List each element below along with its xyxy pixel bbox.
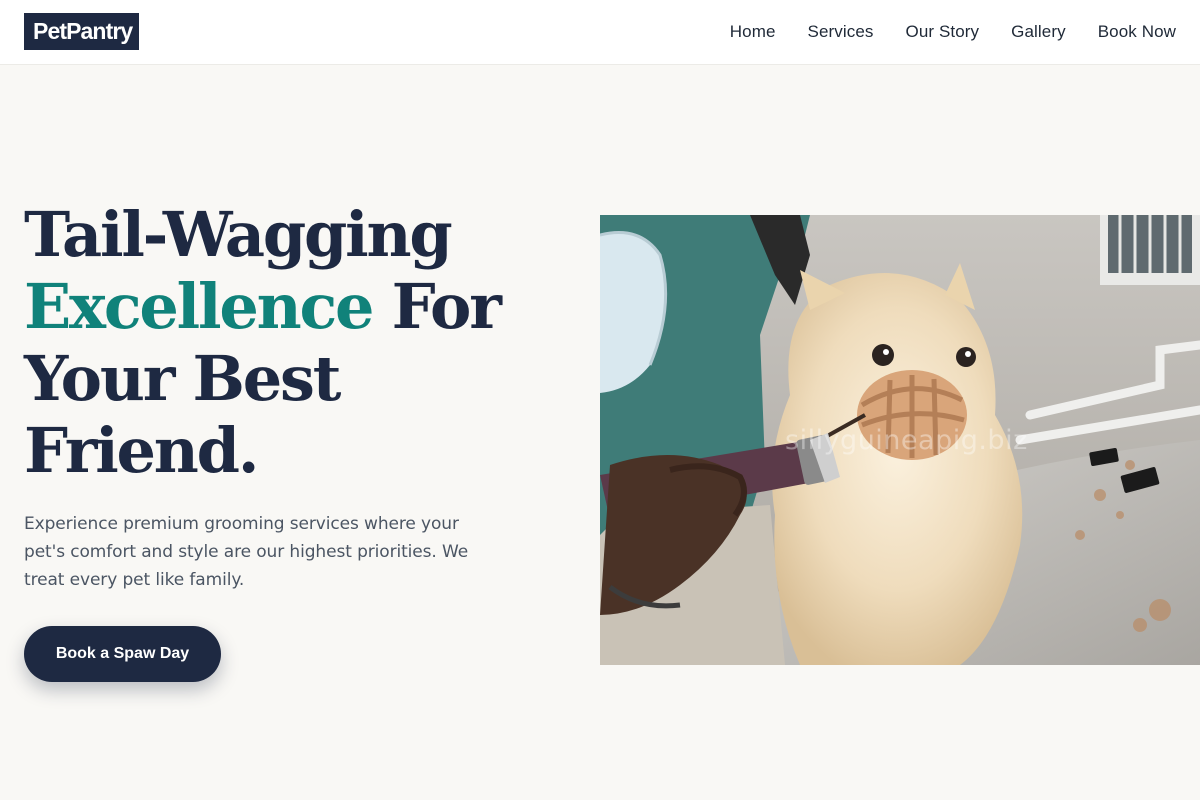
hero-title-accent: Excellence — [24, 270, 374, 343]
image-watermark: sillyguineapig.biz — [785, 425, 1028, 456]
hero-title: Tail-Wagging Excellence For Your Best Fri… — [24, 199, 584, 487]
hero-image: sillyguineapig.biz — [600, 215, 1200, 665]
nav-book-now[interactable]: Book Now — [1098, 22, 1176, 42]
main-nav: Home Services Our Story Gallery Book Now — [730, 0, 1176, 64]
nav-home[interactable]: Home — [730, 22, 776, 42]
logo[interactable]: PetPantry — [24, 13, 140, 50]
book-spaw-day-button[interactable]: Book a Spaw Day — [24, 626, 221, 682]
hero-title-line1: Tail-Wagging — [24, 198, 453, 271]
nav-gallery[interactable]: Gallery — [1011, 22, 1066, 42]
nav-services[interactable]: Services — [808, 22, 874, 42]
site-header: PetPantry Home Services Our Story Galler… — [0, 0, 1200, 65]
hero-description: Experience premium grooming services whe… — [24, 514, 469, 590]
nav-our-story[interactable]: Our Story — [906, 22, 980, 42]
